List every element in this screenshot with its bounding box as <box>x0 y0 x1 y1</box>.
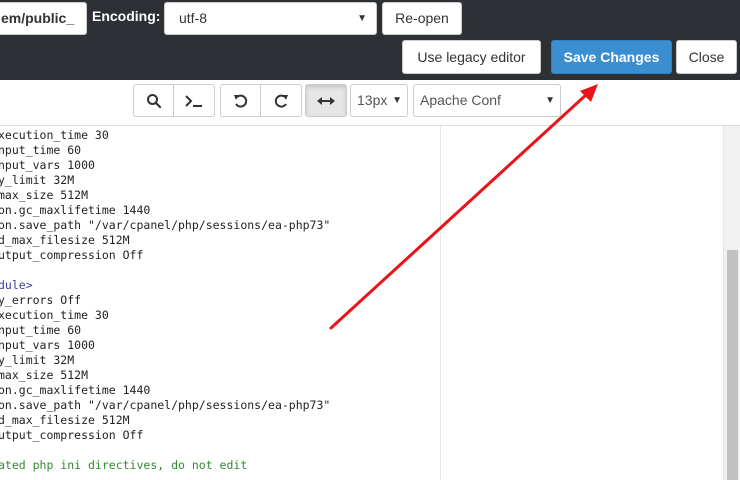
terminal-icon <box>184 94 204 108</box>
search-tools-group <box>133 84 215 117</box>
code-line: utput_compression Off <box>0 248 144 262</box>
scrollbar-thumb[interactable] <box>727 250 738 480</box>
goto-line-button[interactable] <box>174 85 214 116</box>
code-line: d_max_filesize 512M <box>0 233 130 247</box>
undo-icon <box>233 93 249 109</box>
chevron-down-icon: ▼ <box>357 13 367 24</box>
vertical-scrollbar[interactable] <box>723 126 740 480</box>
code-line: on.save_path "/var/cpanel/php/sessions/e… <box>0 218 331 232</box>
code-line: on.save_path "/var/cpanel/php/sessions/e… <box>0 398 331 412</box>
redo-button[interactable] <box>261 85 301 116</box>
print-margin-line <box>440 126 441 480</box>
code-line: ated php ini directives, do not edit <box>0 458 248 472</box>
syntax-mode-select[interactable]: Apache Conf ▼ <box>413 84 561 117</box>
save-changes-button[interactable]: Save Changes <box>551 40 672 74</box>
search-button[interactable] <box>134 85 174 116</box>
code-line: max_size 512M <box>0 188 89 202</box>
syntax-mode-value: Apache Conf <box>420 92 501 108</box>
code-line: on.gc_maxlifetime 1440 <box>0 203 151 217</box>
encoding-select[interactable]: utf-8 ▼ <box>164 2 377 35</box>
code-line: y_limit 32M <box>0 353 75 367</box>
code-line: xecution_time 30 <box>0 128 109 142</box>
chevron-down-icon: ▼ <box>392 95 402 106</box>
undo-button[interactable] <box>221 85 261 116</box>
history-tools-group <box>220 84 302 117</box>
code-line: d_max_filesize 512M <box>0 413 130 427</box>
code-line: on.gc_maxlifetime 1440 <box>0 383 151 397</box>
code-line: max_size 512M <box>0 368 89 382</box>
code-line: nput_time 60 <box>0 323 82 337</box>
code-line: nput_vars 1000 <box>0 338 95 352</box>
encoding-label: Encoding: <box>92 8 161 24</box>
wrap-tools-group <box>305 84 347 117</box>
code-line: utput_compression Off <box>0 428 144 442</box>
chevron-down-icon: ▼ <box>545 95 555 106</box>
reopen-button[interactable]: Re-open <box>382 2 462 35</box>
legacy-editor-button[interactable]: Use legacy editor <box>402 40 541 74</box>
code-line: y_limit 32M <box>0 173 75 187</box>
editor-header: em/public_ Encoding: utf-8 ▼ Re-open Use… <box>0 0 740 80</box>
file-path-field[interactable]: em/public_ <box>0 2 87 35</box>
wrap-toggle-icon <box>317 96 335 106</box>
code-line: xecution_time 30 <box>0 308 109 322</box>
redo-icon <box>273 93 289 109</box>
font-size-value: 13px <box>357 92 388 108</box>
encoding-value: utf-8 <box>179 10 208 26</box>
code-editor[interactable]: xecution_time 30 nput_time 60 nput_vars 10… <box>0 126 740 480</box>
code-line: nput_vars 1000 <box>0 158 95 172</box>
code-line: dule> <box>0 278 33 292</box>
close-button[interactable]: Close <box>676 40 737 74</box>
font-size-select[interactable]: 13px ▼ <box>350 84 408 117</box>
wrap-toggle-button[interactable] <box>306 85 346 116</box>
code-line: nput_time 60 <box>0 143 82 157</box>
search-icon <box>146 93 162 109</box>
code-line: y_errors Off <box>0 293 82 307</box>
editor-toolbar: 13px ▼ Apache Conf ▼ <box>0 80 740 126</box>
